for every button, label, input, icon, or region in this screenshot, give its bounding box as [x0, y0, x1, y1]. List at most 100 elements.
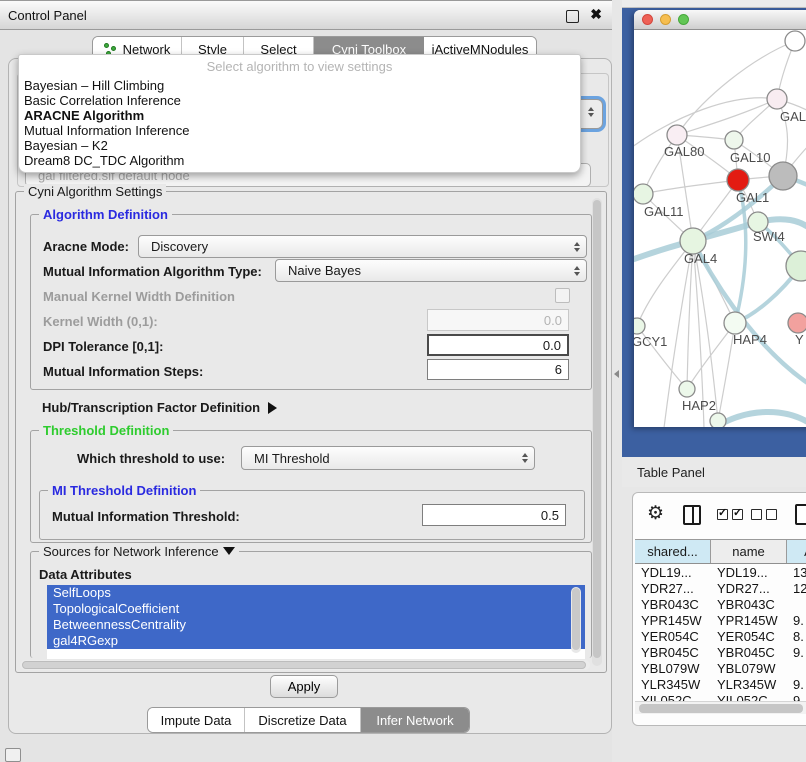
table-row[interactable]: YER054CYER054C8.: [635, 628, 806, 644]
gear-icon[interactable]: ⚙: [647, 504, 664, 523]
table-row[interactable]: YBL079WYBL079W: [635, 660, 806, 676]
table-row[interactable]: YLR345WYLR345W9.: [635, 676, 806, 692]
table-row[interactable]: YBR045CYBR045C9.: [635, 644, 806, 660]
tab-discretize-data[interactable]: Discretize Data: [245, 708, 361, 732]
network-node[interactable]: [710, 413, 726, 427]
network-node-gcy1[interactable]: [634, 318, 645, 334]
network-edge-highlighted[interactable]: [714, 412, 806, 427]
table-row[interactable]: YDL19...YDL19...13: [635, 564, 806, 580]
sources-title-text: Sources for Network Inference: [43, 544, 219, 559]
threshold-definition-group: Threshold Definition Which threshold to …: [30, 430, 592, 543]
network-edge[interactable]: [634, 98, 777, 150]
network-node-label: HAP4: [733, 332, 767, 347]
settings-vertical-scrollbar[interactable]: [592, 198, 602, 666]
algorithm-option[interactable]: Basic Correlation Inference: [19, 93, 580, 108]
settings-horizontal-scrollbar[interactable]: [20, 660, 590, 670]
sources-group: Sources for Network Inference Data Attri…: [30, 551, 592, 658]
attribute-list-item[interactable]: gal4RGexp: [47, 633, 585, 649]
network-edge[interactable]: [677, 99, 777, 135]
network-node-gal1[interactable]: [727, 169, 749, 191]
table-row[interactable]: YBR043CYBR043C: [635, 596, 806, 612]
network-node-gal11[interactable]: [634, 184, 653, 204]
table-cell: YLR345W: [711, 677, 787, 692]
network-node-hap2[interactable]: [679, 381, 695, 397]
network-node[interactable]: [785, 31, 805, 51]
algorithm-option[interactable]: Bayesian – K2: [19, 138, 580, 153]
cyni-algorithm-settings-title: Cyni Algorithm Settings: [24, 184, 166, 199]
mi-steps-field[interactable]: 6: [427, 359, 569, 380]
network-node-label: GAL: [780, 109, 806, 124]
apply-button[interactable]: Apply: [270, 675, 338, 698]
network-view-window[interactable]: GALGAL80GAL10GAL1GAL11SWI4GAL4GCY1HAP4YH…: [634, 10, 806, 427]
node-table: shared... name A YDL19...YDL19...13YDR27…: [635, 539, 806, 701]
table-cell: YIL052C: [711, 693, 787, 702]
attribute-list-item[interactable]: TopologicalCoefficient: [47, 601, 585, 617]
collapse-left-icon[interactable]: [614, 370, 619, 378]
deselect-all-checkboxes-icon[interactable]: [751, 509, 777, 520]
network-node[interactable]: [769, 162, 797, 190]
table-horizontal-scrollbar[interactable]: [635, 701, 806, 714]
table-cell: 13: [787, 565, 806, 580]
table-cell: YPR145W: [635, 613, 711, 628]
table-cell: YDR27...: [635, 581, 711, 596]
close-icon[interactable]: ✖: [590, 6, 602, 23]
algorithm-definition-title: Algorithm Definition: [39, 207, 172, 222]
algorithm-definition-group: Algorithm Definition Aracne Mode: Discov…: [30, 214, 592, 390]
close-light[interactable]: [642, 14, 653, 25]
table-card: ⚙ shared... name A YDL19...YDL19...13YDR…: [632, 492, 806, 726]
kernel-width-field[interactable]: 0.0: [427, 309, 569, 331]
network-edge[interactable]: [643, 180, 738, 194]
network-node-gal80[interactable]: [667, 125, 687, 145]
column-header-shared-name[interactable]: shared...: [635, 540, 711, 563]
manual-kernel-checkbox[interactable]: [555, 288, 570, 303]
attributes-list-scrollbar[interactable]: [571, 587, 581, 653]
sources-title[interactable]: Sources for Network Inference: [39, 544, 239, 559]
table-row[interactable]: YDR27...YDR27...12: [635, 580, 806, 596]
network-node[interactable]: [786, 251, 806, 281]
float-window-icon[interactable]: [566, 10, 579, 23]
table-cell: YDL19...: [635, 565, 711, 580]
expander-right-icon: [268, 402, 277, 414]
attribute-list-item[interactable]: BetweennessCentrality: [47, 617, 585, 633]
panel-splitter[interactable]: [612, 0, 622, 762]
data-attributes-label: Data Attributes: [39, 567, 132, 582]
table-panel-header: Table Panel: [622, 457, 806, 487]
network-node-gal[interactable]: [767, 89, 787, 109]
column-header-third[interactable]: A: [787, 540, 806, 563]
table-cell: YIL052C: [635, 693, 711, 702]
tab-impute-data[interactable]: Impute Data: [148, 708, 245, 732]
algorithm-dropdown-popup: Select algorithm to view settings Bayesi…: [18, 54, 581, 173]
network-edge[interactable]: [677, 41, 795, 135]
table-cell: 12: [787, 581, 806, 596]
network-node-label: GAL80: [664, 144, 704, 159]
network-node-label: GAL11: [644, 204, 684, 219]
mi-type-select[interactable]: Naive Bayes: [275, 259, 587, 282]
mi-threshold-field[interactable]: 0.5: [422, 504, 566, 526]
table-cell: 9.: [787, 677, 806, 692]
table-row[interactable]: YPR145WYPR145W9.: [635, 612, 806, 628]
algorithm-option[interactable]: Mutual Information Inference: [19, 123, 580, 138]
file-icon[interactable]: [795, 504, 806, 525]
select-all-checkboxes-icon[interactable]: [717, 509, 743, 520]
columns-icon[interactable]: [683, 505, 701, 525]
column-header-name[interactable]: name: [711, 540, 787, 563]
network-node-y[interactable]: [788, 313, 806, 333]
network-node-gal10[interactable]: [725, 131, 743, 149]
hub-definition-expander[interactable]: Hub/Transcription Factor Definition: [42, 400, 277, 415]
aracne-mode-select[interactable]: Discovery: [138, 235, 587, 258]
minimize-light[interactable]: [660, 14, 671, 25]
attribute-list-item[interactable]: SelfLoops: [47, 585, 585, 601]
algorithm-option[interactable]: ARACNE Algorithm: [19, 108, 580, 123]
network-window-titlebar[interactable]: [634, 10, 806, 30]
algorithm-option[interactable]: Bayesian – Hill Climbing: [19, 78, 580, 93]
algorithm-option[interactable]: Dream8 DC_TDC Algorithm: [19, 153, 580, 168]
tab-infer-network[interactable]: Infer Network: [361, 708, 469, 732]
minimized-panel-icon[interactable]: [5, 748, 21, 762]
network-canvas[interactable]: GALGAL80GAL10GAL1GAL11SWI4GAL4GCY1HAP4YH…: [634, 30, 806, 427]
app-root: Control Panel ✖ NetworkStyleSelectCyni T…: [0, 0, 806, 762]
zoom-light[interactable]: [678, 14, 689, 25]
network-node-hap4[interactable]: [724, 312, 746, 334]
table-row[interactable]: YIL052CYIL052C9: [635, 692, 806, 701]
which-threshold-select[interactable]: MI Threshold: [241, 446, 535, 470]
dpi-tolerance-field[interactable]: 0.0: [427, 334, 569, 356]
